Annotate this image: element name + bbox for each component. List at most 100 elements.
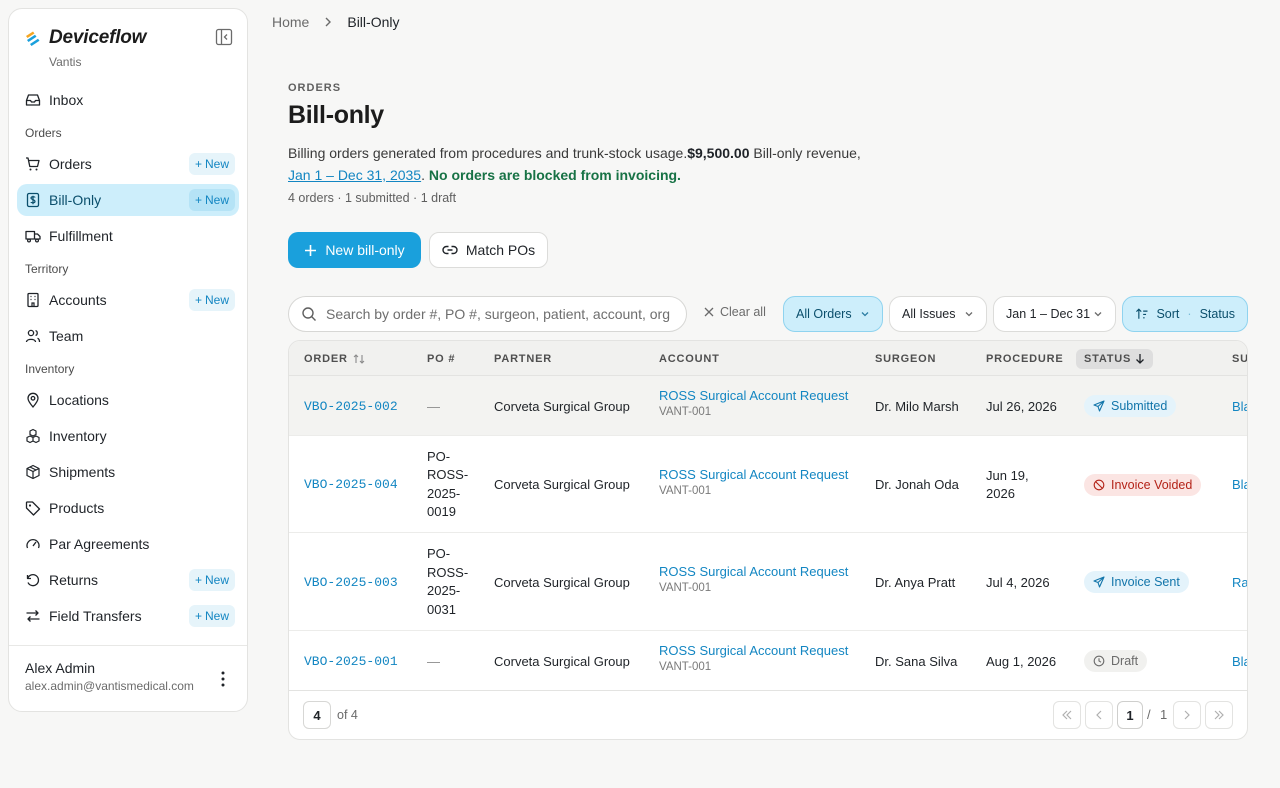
total-count: of 4 (337, 708, 358, 722)
table-row[interactable]: VBO-2025-003 PO-ROSS-2025-0031 Corveta S… (289, 533, 1247, 631)
partner-name: Corveta Surgical Group (494, 477, 630, 492)
sidebar-item-products[interactable]: Products (17, 492, 239, 524)
all-issues-filter[interactable]: All Issues (889, 296, 987, 332)
prev-page-button[interactable] (1085, 701, 1113, 729)
partner-name: Corveta Surgical Group (494, 653, 630, 669)
deviceflow-logo-icon (26, 31, 40, 46)
sort-button[interactable]: Sort · Status (1122, 296, 1248, 332)
sort-icon (1136, 308, 1148, 319)
sidebar-item-returns[interactable]: Returns + New (17, 564, 239, 596)
sidebar-item-locations[interactable]: Locations (17, 384, 239, 416)
sidebar: Deviceflow Vantis Inbox Orders Orders + N… (8, 8, 248, 712)
partner-name: Corveta Surgical Group (494, 574, 630, 590)
sales-rep-link[interactable]: Ra (1232, 575, 1247, 590)
account-code: VANT-001 (659, 406, 712, 418)
all-orders-filter[interactable]: All Orders (783, 296, 883, 332)
account-link[interactable]: ROSS Surgical Account Request (659, 564, 848, 579)
ban-icon (1093, 479, 1105, 490)
new-label: New (204, 193, 229, 207)
new-order-button[interactable]: + New (188, 153, 235, 175)
plus-icon: + (194, 193, 202, 207)
more-vertical-icon[interactable] (217, 670, 229, 688)
sidebar-item-shipments[interactable]: Shipments (17, 456, 239, 488)
boxes-icon (26, 428, 40, 444)
arrows-left-right-icon (26, 610, 40, 622)
account-link[interactable]: ROSS Surgical Account Request (659, 467, 848, 482)
date-range-link[interactable]: Jan 1 – Dec 31, 2035 (288, 167, 421, 183)
sort-arrows-icon (353, 353, 365, 364)
sidebar-item-label: Accounts (49, 292, 107, 308)
new-bill-only-button[interactable]: New bill-only (288, 232, 421, 268)
sidebar-item-label: Field Transfers (49, 608, 142, 624)
search-input[interactable] (326, 306, 671, 322)
tag-icon (25, 501, 41, 516)
status-badge: Submitted (1084, 395, 1177, 417)
account-link[interactable]: ROSS Surgical Account Request (659, 643, 848, 658)
sidebar-item-bill-only[interactable]: Bill-Only + New (17, 184, 239, 216)
surgeon-name: Dr. Anya Pratt (875, 574, 956, 590)
sidebar-item-accounts[interactable]: Accounts + New (17, 284, 239, 316)
account-cell: ROSS Surgical Account Request VANT-001 (659, 564, 848, 594)
search-box (288, 296, 687, 332)
chevrons-right-icon (1214, 710, 1224, 720)
new-bill-only-sidebar-button[interactable]: + New (188, 189, 235, 211)
sidebar-item-inbox[interactable]: Inbox (17, 84, 239, 116)
new-account-button[interactable]: + New (188, 289, 235, 311)
order-stats: 4 orders · 1 submitted · 1 draft (288, 191, 457, 205)
order-number-link[interactable]: VBO-2025-001 (304, 654, 398, 669)
account-cell: ROSS Surgical Account Request VANT-001 (659, 643, 848, 673)
revenue-amount: $9,500.00 (687, 145, 750, 161)
order-number-link[interactable]: VBO-2025-003 (304, 575, 398, 590)
brand[interactable]: Deviceflow (25, 27, 146, 49)
page-size-select[interactable]: 4 (303, 701, 331, 729)
sales-rep-link[interactable]: Bla (1232, 399, 1247, 414)
sidebar-item-par-agreements[interactable]: Par Agreements (17, 528, 239, 560)
nav-section-orders: Orders (25, 126, 62, 140)
sidebar-item-team[interactable]: Team (17, 320, 239, 352)
close-icon (704, 307, 714, 317)
account-link[interactable]: ROSS Surgical Account Request (659, 388, 848, 403)
sort-label: Sort (1156, 307, 1180, 321)
next-page-button[interactable] (1173, 701, 1201, 729)
last-page-button[interactable] (1205, 701, 1233, 729)
sidebar-item-orders[interactable]: Orders + New (17, 148, 239, 180)
po-number: PO-ROSS-2025-0031 (427, 546, 469, 617)
separator-dot: · (1187, 307, 1192, 321)
cart-icon (26, 157, 40, 171)
sales-rep-link[interactable]: Bla (1232, 477, 1247, 492)
status-label: Invoice Voided (1111, 477, 1193, 492)
order-number-link[interactable]: VBO-2025-002 (304, 399, 398, 414)
user-profile[interactable]: Alex Admin alex.admin@vantismedical.com (9, 645, 247, 711)
new-label: New (204, 157, 229, 171)
gauge-icon (26, 538, 40, 549)
account-cell: ROSS Surgical Account Request VANT-001 (659, 388, 848, 418)
plus-icon: + (194, 609, 202, 623)
match-pos-button[interactable]: Match POs (429, 232, 548, 268)
current-page-input[interactable]: 1 (1117, 701, 1143, 729)
chevron-down-icon (1094, 312, 1102, 317)
first-page-button[interactable] (1053, 701, 1081, 729)
table-row[interactable]: VBO-2025-004 PO-ROSS-2025-0019 Corveta S… (289, 436, 1247, 533)
surgeon-name: Dr. Jonah Oda (875, 477, 959, 492)
new-bill-only-label: New bill-only (325, 242, 405, 258)
organization-name: Vantis (49, 55, 82, 69)
column-header-order[interactable]: ORDER (304, 341, 366, 376)
order-number-link[interactable]: VBO-2025-004 (304, 477, 398, 492)
table-row[interactable]: VBO-2025-002 — Corveta Surgical Group RO… (289, 376, 1247, 436)
partner-name: Corveta Surgical Group (494, 398, 630, 414)
clear-all-button[interactable]: Clear all (704, 305, 766, 319)
sidebar-item-inventory[interactable]: Inventory (17, 420, 239, 452)
all-orders-label: All Orders (796, 307, 852, 321)
date-range-filter[interactable]: Jan 1 – Dec 31 (993, 296, 1116, 332)
sidebar-item-fulfillment[interactable]: Fulfillment (17, 220, 239, 252)
breadcrumb-home[interactable]: Home (272, 14, 309, 30)
table-row[interactable]: VBO-2025-001 — Corveta Surgical Group RO… (289, 631, 1247, 691)
new-return-button[interactable]: + New (188, 569, 235, 591)
sidebar-collapse-icon[interactable] (215, 28, 233, 46)
po-number: — (427, 398, 440, 414)
sidebar-item-field-transfers[interactable]: Field Transfers + New (17, 600, 239, 632)
sales-rep-link[interactable]: Bla (1232, 654, 1247, 669)
chevrons-left-icon (1062, 710, 1072, 720)
new-field-transfer-button[interactable]: + New (188, 605, 235, 627)
column-header-status[interactable]: STATUS (1076, 341, 1154, 376)
